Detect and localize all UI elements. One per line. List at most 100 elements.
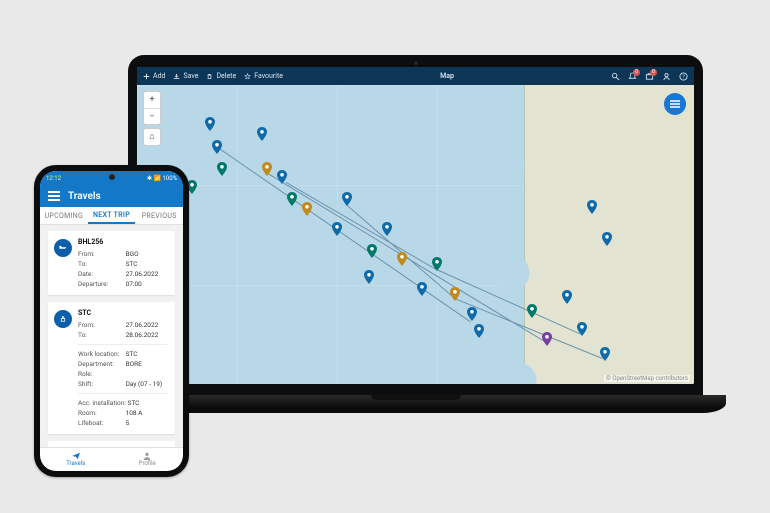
user-icon [662, 72, 671, 81]
nav-travels[interactable]: Travels [40, 448, 112, 471]
search-icon [611, 72, 620, 81]
map-pin[interactable] [212, 139, 222, 153]
menu-icon [669, 99, 681, 109]
notifications-button[interactable]: 0 [628, 72, 637, 81]
map-pin[interactable] [474, 323, 484, 337]
cart-button[interactable]: 0 [645, 72, 654, 81]
app-title: Travels [68, 191, 101, 202]
map-pin[interactable] [262, 161, 272, 175]
map-pin[interactable] [205, 116, 215, 130]
trash-icon [206, 73, 213, 80]
map-pin[interactable] [467, 306, 477, 320]
map-pin[interactable] [342, 191, 352, 205]
notif-badge: 0 [633, 69, 640, 76]
zoom-in-button[interactable]: + [144, 92, 160, 108]
mobile-app: 12:12 ✱ 📶 100% Travels UPCOMING NEXT TRI… [40, 171, 183, 471]
tab-previous[interactable]: PREVIOUS [135, 207, 183, 224]
user-button[interactable] [662, 72, 671, 81]
map-pin[interactable] [417, 281, 427, 295]
pin-icon [527, 304, 537, 318]
pin-icon [262, 162, 272, 176]
map-pin[interactable] [562, 289, 572, 303]
helicopter-icon [58, 244, 68, 252]
map-pin[interactable] [527, 303, 537, 317]
map-pin[interactable] [450, 286, 460, 300]
pin-icon [467, 307, 477, 321]
tab-next[interactable]: NEXT TRIP [88, 207, 136, 224]
person-icon [142, 452, 152, 460]
pin-icon [382, 222, 392, 236]
pin-icon [542, 332, 552, 346]
pin-icon [587, 200, 597, 214]
pin-icon [342, 192, 352, 206]
add-button[interactable]: Add [143, 72, 165, 80]
trip-card[interactable]: BHL256From: BGOTo: STCDate: 27.06.2022De… [48, 231, 175, 295]
map-pin[interactable] [432, 256, 442, 270]
zoom-control: + − [143, 91, 161, 125]
map-pin[interactable] [600, 346, 610, 360]
pin-icon [417, 282, 427, 296]
plus-icon [143, 73, 150, 80]
layers-fab[interactable] [664, 93, 686, 115]
pin-icon [217, 162, 227, 176]
pin-icon [212, 140, 222, 154]
map-pin[interactable] [542, 331, 552, 345]
search-button[interactable] [611, 72, 620, 81]
pin-icon [562, 290, 572, 304]
app-bar: Travels [40, 185, 183, 207]
pin-icon [257, 127, 267, 141]
home-button[interactable]: ⌂ [144, 129, 160, 145]
bottom-nav: Travels Profile [40, 447, 183, 471]
card-title: BHL256 [78, 237, 167, 247]
save-label: Save [183, 72, 198, 80]
pin-icon [302, 202, 312, 216]
menu-button[interactable] [48, 191, 60, 201]
trip-card[interactable]: STCFrom: 27.06.2022To: 28.06.2022Work lo… [48, 302, 175, 434]
pin-icon [332, 222, 342, 236]
desktop-app: Add Save Delete Favourite Map [137, 67, 694, 384]
map-canvas[interactable]: + − ⌂ © OpenStreetMap contributors [137, 85, 694, 384]
nav-travels-label: Travels [66, 460, 85, 467]
status-time: 12:12 [46, 175, 61, 182]
map-pin[interactable] [332, 221, 342, 235]
tab-upcoming[interactable]: UPCOMING [40, 207, 88, 224]
phone-camera [109, 174, 115, 180]
platform-icon [58, 315, 68, 323]
pin-icon [367, 244, 377, 258]
desktop-toolbar: Add Save Delete Favourite Map [137, 67, 694, 85]
map-pin[interactable] [287, 191, 297, 205]
phone-device: 12:12 ✱ 📶 100% Travels UPCOMING NEXT TRI… [34, 165, 189, 477]
favourite-button[interactable]: Favourite [244, 72, 283, 80]
toolbar-left: Add Save Delete Favourite [143, 72, 283, 80]
map-pin[interactable] [382, 221, 392, 235]
map-pin[interactable] [397, 251, 407, 265]
map-pin[interactable] [217, 161, 227, 175]
star-icon [244, 73, 251, 80]
home-control: ⌂ [143, 128, 161, 146]
map-pin[interactable] [364, 269, 374, 283]
pin-icon [600, 347, 610, 361]
nav-profile[interactable]: Profile [112, 448, 184, 471]
send-icon [71, 452, 81, 460]
map-pin[interactable] [277, 169, 287, 183]
map-controls: + − ⌂ [143, 91, 161, 146]
help-button[interactable]: ? [679, 72, 688, 81]
map-pin[interactable] [302, 201, 312, 215]
card-icon [54, 310, 72, 328]
status-right: ✱ 📶 100% [147, 175, 177, 182]
svg-text:?: ? [682, 74, 685, 80]
save-button[interactable]: Save [173, 72, 198, 80]
map-pin[interactable] [577, 321, 587, 335]
map-pin[interactable] [587, 199, 597, 213]
zoom-out-button[interactable]: − [144, 108, 160, 124]
map-pin[interactable] [257, 126, 267, 140]
map-pin[interactable] [367, 243, 377, 257]
favourite-label: Favourite [254, 72, 283, 80]
trip-card[interactable]: BHL256From: STCTo: BGODate: 28.06.2022De… [48, 441, 175, 447]
pin-icon [287, 192, 297, 206]
map-pin[interactable] [602, 231, 612, 245]
delete-button[interactable]: Delete [206, 72, 236, 80]
card-icon [54, 239, 72, 257]
trips-list[interactable]: BHL256From: BGOTo: STCDate: 27.06.2022De… [40, 225, 183, 447]
laptop-device: Add Save Delete Favourite Map [128, 55, 703, 455]
